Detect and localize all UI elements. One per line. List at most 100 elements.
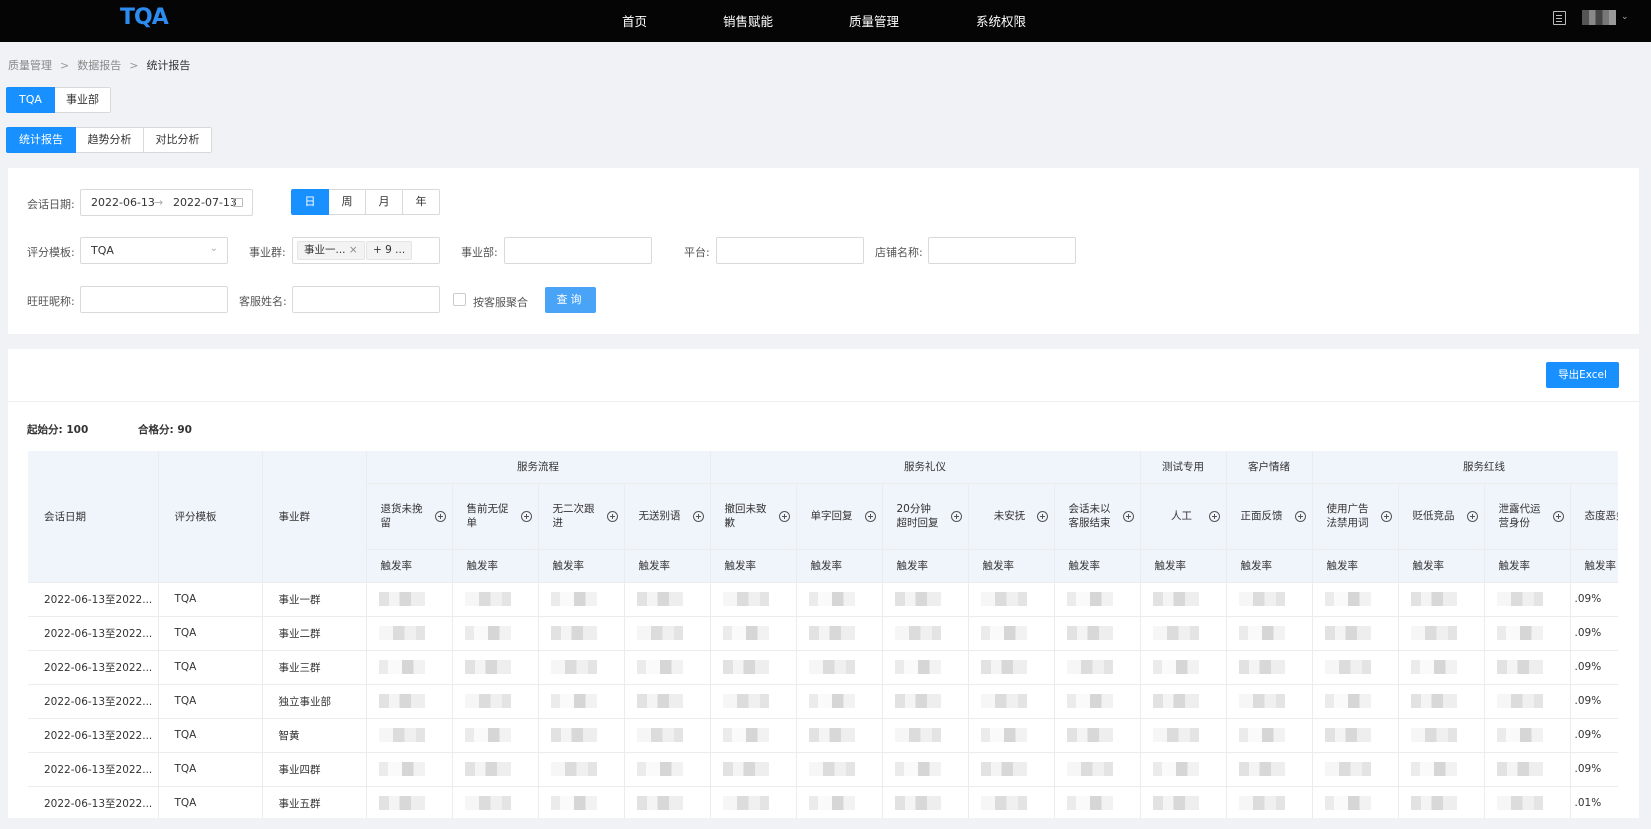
export-excel-button[interactable]: 导出Excel <box>1546 362 1619 388</box>
date-range-picker[interactable]: 2022-06-13 → 2022-07-13 <box>80 189 253 216</box>
metric-header[interactable]: 无二次跟进 <box>538 483 625 550</box>
app-logo[interactable]: TQA <box>120 5 169 30</box>
table-row[interactable]: 2022-06-13至2022... TQA 事业二群 .09% <box>28 616 1618 651</box>
column-header-date[interactable]: 会话日期 <box>28 451 159 583</box>
group-multiselect[interactable]: 事业一... × + 9 ... <box>292 237 440 264</box>
shop-input[interactable] <box>928 237 1076 264</box>
cell-redacted <box>1226 684 1313 719</box>
redacted-mosaic <box>1066 626 1113 640</box>
table-row[interactable]: 2022-06-13至2022... TQA 独立事业部 .09% <box>28 684 1618 719</box>
cell-redacted <box>1484 616 1571 651</box>
metric-header[interactable]: 未安抚 <box>968 483 1055 550</box>
metric-header[interactable]: 无送别语 <box>624 483 711 550</box>
table-row[interactable]: 2022-06-13至2022... TQA 智黄 .09% <box>28 718 1618 753</box>
tab-department[interactable]: 事业部 <box>54 87 111 113</box>
expand-plus-icon[interactable] <box>434 510 446 522</box>
metric-header[interactable]: 人工 <box>1140 483 1227 550</box>
metric-header[interactable]: 正面反馈 <box>1226 483 1313 550</box>
stats-table-wrapper[interactable]: 会话日期 评分模板 事业群 服务流程 服务礼仪 测试专用 客户情绪 服务红线 退货未挽留… <box>28 451 1618 818</box>
avatar[interactable] <box>1582 10 1616 25</box>
tab-compare[interactable]: 对比分析 <box>143 127 212 153</box>
metric-header[interactable]: 20分钟超时回复 <box>882 483 969 550</box>
cell-redacted <box>710 752 797 787</box>
wangwang-input[interactable] <box>80 286 228 313</box>
expand-plus-icon[interactable] <box>1552 510 1564 522</box>
tab-trend[interactable]: 趋势分析 <box>75 127 144 153</box>
expand-plus-icon[interactable] <box>1294 510 1306 522</box>
redacted-mosaic <box>550 626 597 640</box>
expand-plus-icon[interactable] <box>1122 510 1134 522</box>
table-row[interactable]: 2022-06-13至2022... TQA 事业一群 .09% <box>28 582 1618 617</box>
expand-plus-icon[interactable] <box>692 510 704 522</box>
cell-redacted <box>452 786 539 818</box>
nav-item-home[interactable]: 首页 <box>622 11 647 30</box>
nav-item-permissions[interactable]: 系统权限 <box>976 11 1026 30</box>
platform-label: 平台: <box>684 246 710 259</box>
period-week[interactable]: 周 <box>328 189 366 215</box>
period-day[interactable]: 日 <box>291 189 329 215</box>
cell-redacted <box>1312 582 1399 617</box>
expand-plus-icon[interactable] <box>950 510 962 522</box>
expand-plus-icon[interactable] <box>1380 510 1392 522</box>
expand-plus-icon[interactable] <box>606 510 618 522</box>
metric-label: 泄露代运营身份 <box>1498 503 1541 529</box>
nav-item-sales[interactable]: 销售赋能 <box>723 11 773 30</box>
tab-statistics[interactable]: 统计报告 <box>6 127 76 153</box>
redacted-mosaic <box>722 728 769 742</box>
metric-subheader: 触发率 <box>538 549 625 583</box>
nav-item-quality[interactable]: 质量管理 <box>849 11 899 30</box>
metric-header[interactable]: 泄露代运营身份 <box>1484 483 1571 550</box>
cell-rate: .09% <box>1574 593 1602 605</box>
breadcrumb: 质量管理 > 数据报告 > 统计报告 <box>8 57 190 73</box>
metric-header[interactable]: 售前无促单 <box>452 483 539 550</box>
metric-header[interactable]: 会话未以客服结束 <box>1054 483 1141 550</box>
chevron-down-icon[interactable]: ⌄ <box>1621 12 1629 22</box>
metric-header[interactable]: 退货未挽留 <box>366 483 453 550</box>
group-label: 事业群: <box>249 246 286 259</box>
redacted-mosaic <box>722 796 769 810</box>
metric-header[interactable]: 贬低竞品 <box>1398 483 1485 550</box>
expand-plus-icon[interactable] <box>520 510 532 522</box>
redacted-mosaic <box>1066 694 1113 708</box>
cell-redacted <box>452 718 539 753</box>
table-row[interactable]: 2022-06-13至2022... TQA 事业三群 .09% <box>28 650 1618 685</box>
metric-label: 退货未挽留 <box>380 503 423 529</box>
aggregate-checkbox[interactable] <box>453 293 466 306</box>
metric-label: 无二次跟进 <box>552 503 595 529</box>
expand-plus-icon[interactable] <box>1466 510 1478 522</box>
tab-tqa[interactable]: TQA <box>6 87 55 113</box>
breadcrumb-item[interactable]: 质量管理 <box>8 59 52 72</box>
template-select[interactable]: TQA ⌄ <box>80 237 228 264</box>
cell-redacted <box>1484 650 1571 685</box>
period-year[interactable]: 年 <box>402 189 440 215</box>
metric-subheader: 触发率 <box>796 549 883 583</box>
expand-plus-icon[interactable] <box>1036 510 1048 522</box>
close-icon[interactable]: × <box>349 244 358 256</box>
metric-header[interactable]: 单字回复 <box>796 483 883 550</box>
table-row[interactable]: 2022-06-13至2022... TQA 事业四群 .09% <box>28 752 1618 787</box>
cell-group: 事业五群 <box>262 786 367 818</box>
redacted-mosaic <box>808 626 855 640</box>
aggregate-label[interactable]: 按客服聚合 <box>473 294 528 310</box>
platform-input[interactable] <box>716 237 864 264</box>
metric-header[interactable]: 撤回未致歉 <box>710 483 797 550</box>
redacted-mosaic <box>464 660 511 674</box>
period-month[interactable]: 月 <box>365 189 403 215</box>
expand-plus-icon[interactable] <box>778 510 790 522</box>
dept-input[interactable] <box>504 237 652 264</box>
group-tag[interactable]: 事业一... × <box>297 241 365 260</box>
notes-icon[interactable] <box>1553 11 1566 25</box>
metric-header[interactable]: 使用广告法禁用词 <box>1312 483 1399 550</box>
redacted-mosaic <box>1152 728 1199 742</box>
metric-header[interactable]: 态度恶劣 <box>1570 483 1618 550</box>
table-row[interactable]: 2022-06-13至2022... TQA 事业五群 .01% <box>28 786 1618 818</box>
expand-plus-icon[interactable] <box>1208 510 1220 522</box>
agent-input[interactable] <box>292 286 440 313</box>
cell-redacted <box>710 718 797 753</box>
expand-plus-icon[interactable] <box>864 510 876 522</box>
breadcrumb-item[interactable]: 数据报告 <box>77 59 121 72</box>
column-header-template[interactable]: 评分模板 <box>158 451 263 583</box>
query-button[interactable]: 查询 <box>545 287 596 313</box>
cell-redacted <box>1226 616 1313 651</box>
column-header-group[interactable]: 事业群 <box>262 451 367 583</box>
